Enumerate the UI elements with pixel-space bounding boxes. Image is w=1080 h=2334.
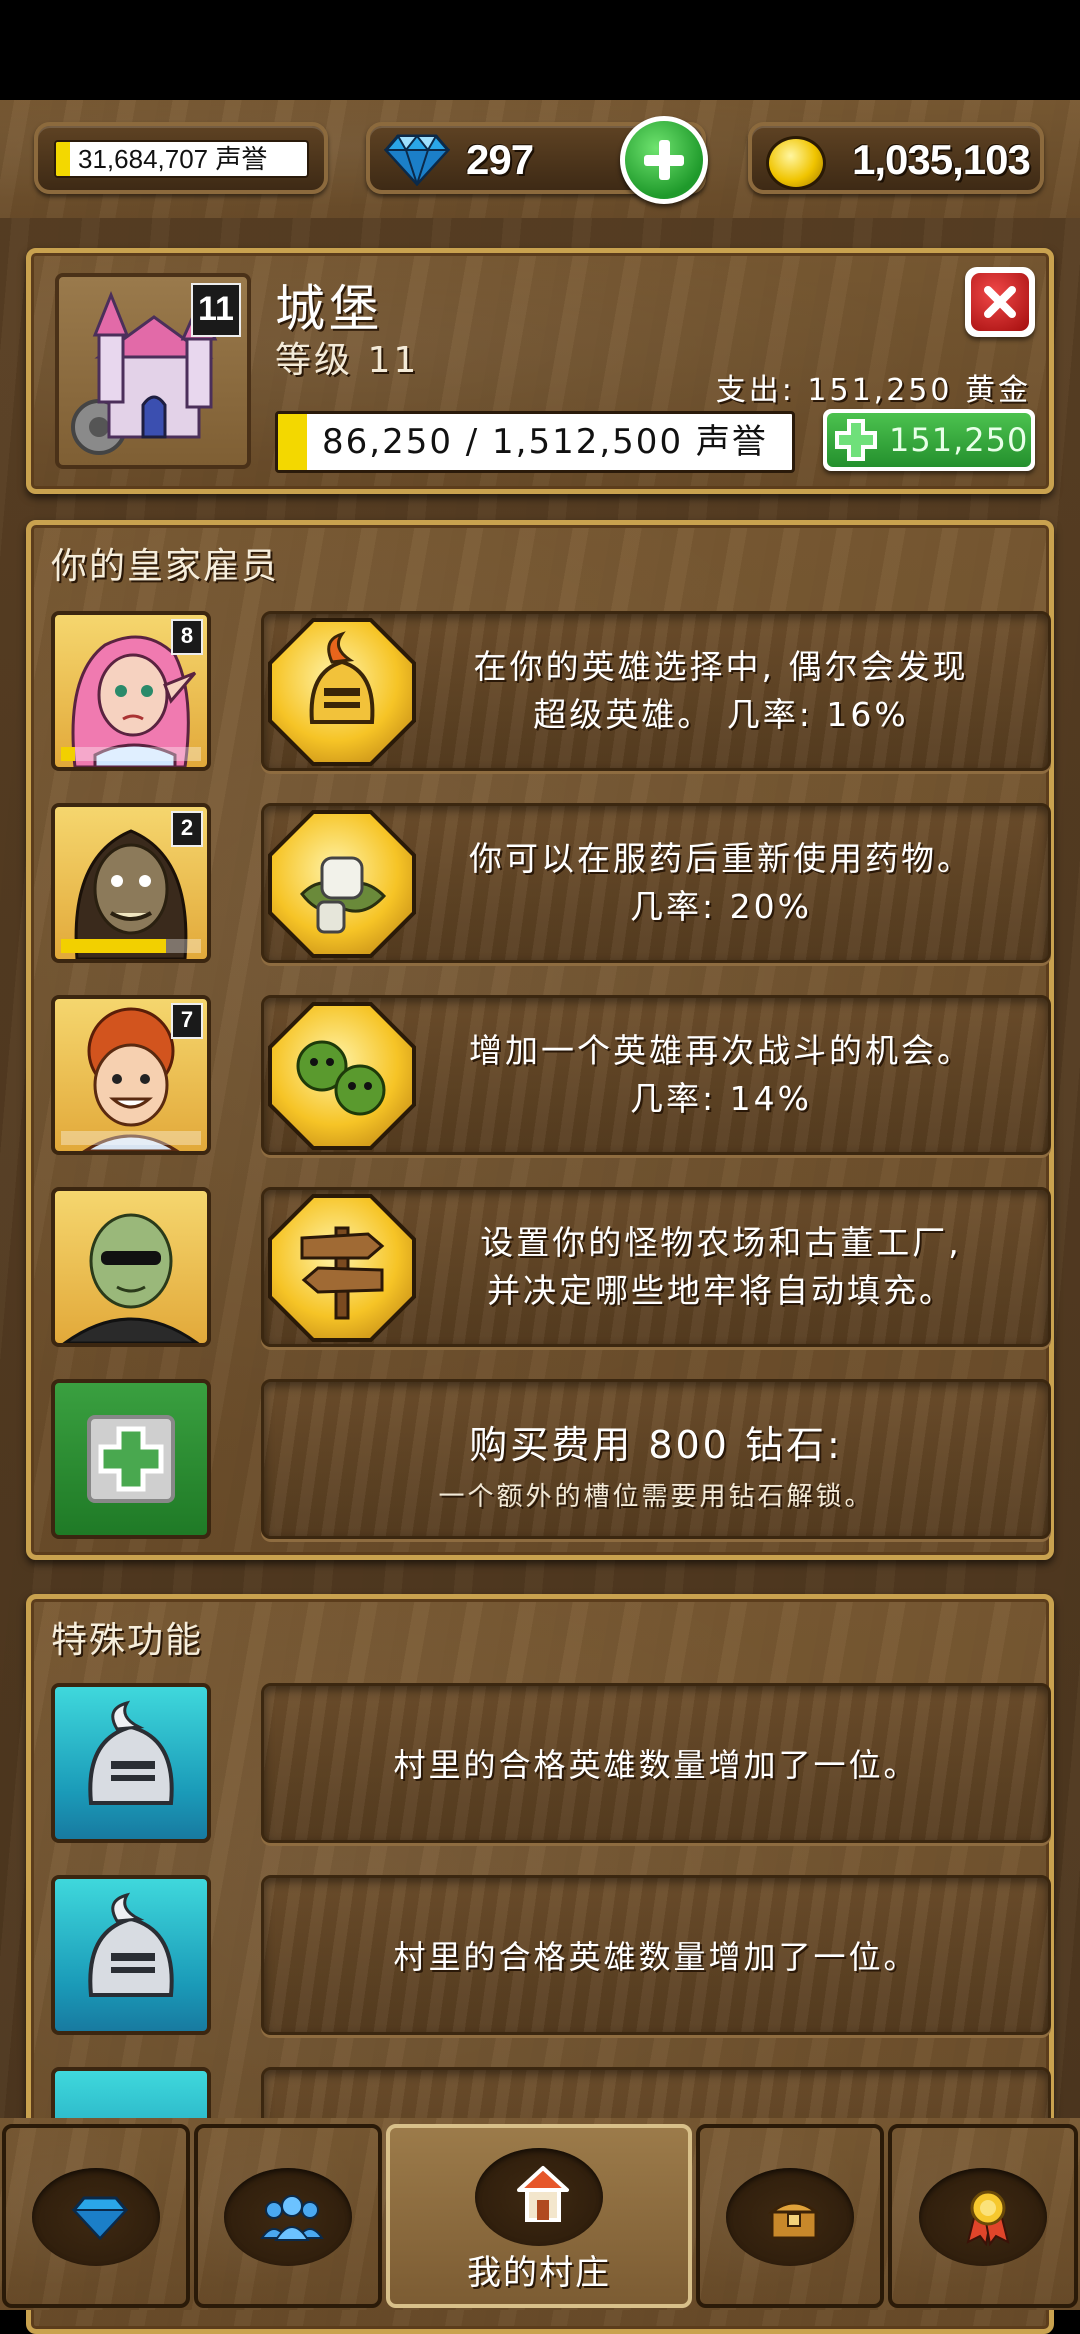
feature-description-box: 村里的合格英雄数量增加了一位。	[261, 1875, 1051, 2035]
nav-tab-shop[interactable]	[2, 2124, 190, 2308]
castle-progress-bar: 86,250 / 1,512,500 声誉	[275, 411, 795, 473]
employee-description-box: 增加一个英雄再次战斗的机会。 几率: 14%	[261, 995, 1051, 1155]
employee-xp-fill	[61, 939, 166, 953]
buy-slot-description: 购买费用 800 钻石: 一个额外的槽位需要用钻石解锁。	[261, 1379, 1051, 1539]
knight-helmet-icon	[88, 1892, 174, 1997]
gold-coin-icon	[766, 136, 826, 190]
castle-progress-text: 86,250 / 1,512,500 声誉	[322, 422, 768, 462]
special-feature-row: 村里的合格英雄数量增加了一位。	[51, 1875, 1051, 2045]
castle-panel: 11 城堡 等级 11 支出: 151,250 黄金 86,250 / 1,51…	[26, 248, 1054, 494]
feature-description: 村里的合格英雄数量增加了一位。	[393, 1938, 919, 1976]
employee-portrait-boy: 7	[51, 995, 211, 1155]
employee-description-box: 在你的英雄选择中, 偶尔会发现 超级英雄。 几率: 16%	[261, 611, 1051, 771]
gold-counter: 1,035,103	[748, 122, 1044, 194]
diamond-icon	[384, 134, 450, 186]
employee-description: 设置你的怪物农场和古董工厂, 并决定哪些地牢将自动填充。	[414, 1190, 1028, 1344]
description-line: 在你的英雄选择中, 偶尔会发现	[473, 647, 969, 686]
herb-bandage-icon	[272, 814, 412, 954]
feature-portrait	[51, 1875, 211, 2035]
upgrade-cost: 151,250	[889, 421, 1029, 459]
orc-portrait-icon	[62, 1213, 200, 1343]
castle-progress-fill	[278, 414, 308, 470]
castle-expense: 支出: 151,250 黄金	[715, 373, 1031, 408]
employee-row[interactable]: 2 你可以在服药后重新使用药物。 几率: 20%	[51, 803, 1051, 973]
castle-portrait: 11	[55, 273, 251, 469]
feature-portrait	[51, 1683, 211, 1843]
feature-description-box: 村里的合格英雄数量增加了一位。	[261, 1683, 1051, 1843]
treasure-chest-icon	[768, 2201, 820, 2240]
employee-row[interactable]: 8 在你的英雄选择中, 偶尔会发现 超级英雄。 几率: 16%	[51, 611, 1051, 781]
goblin-heads-icon	[272, 1006, 412, 1146]
description-line: 设置你的怪物农场和古董工厂,	[480, 1223, 962, 1262]
castle-level-text: 等级 11	[275, 340, 420, 381]
employee-description: 在你的英雄选择中, 偶尔会发现 超级英雄。 几率: 16%	[414, 614, 1028, 768]
resource-bar: 31,684,707 声誉 297 1,035,103	[0, 100, 1080, 218]
medal-icon	[966, 2190, 1010, 2246]
description-line: 几率: 20%	[630, 887, 812, 926]
description-line: 并决定哪些地牢将自动填充。	[487, 1271, 955, 1310]
close-button[interactable]	[965, 267, 1035, 337]
knight-helmet-icon	[272, 622, 412, 762]
plus-icon	[87, 1415, 175, 1503]
diamond-icon	[72, 2196, 128, 2240]
upgrade-button-face: 151,250	[827, 413, 1031, 467]
employee-xp-bar	[61, 747, 201, 761]
special-title: 特殊功能	[51, 1620, 204, 1661]
people-icon	[260, 2195, 324, 2241]
employees-title: 你的皇家雇员	[51, 546, 280, 587]
feature-description: 村里的合格英雄数量增加了一位。	[393, 1746, 919, 1784]
description-line: 几率: 14%	[630, 1079, 812, 1118]
description-line: 超级英雄。 几率: 16%	[533, 695, 909, 734]
reputation-bar: 31,684,707 声誉	[54, 140, 309, 178]
employee-xp-bar	[61, 1131, 201, 1145]
house-icon	[517, 2166, 569, 2222]
buy-slot-row[interactable]: 购买费用 800 钻石: 一个额外的槽位需要用钻石解锁。	[51, 1379, 1051, 1549]
gem-value: 297	[466, 136, 534, 183]
reputation-counter: 31,684,707 声誉	[34, 122, 328, 194]
nav-tab-village-label: 我的村庄	[467, 2253, 611, 2293]
close-icon	[971, 273, 1029, 331]
royal-employees-panel: 你的皇家雇员 8 在你的英雄选择中, 偶尔会发现 超级英雄。 几率: 16% 2…	[26, 520, 1054, 1560]
reputation-value: 31,684,707 声誉	[78, 144, 268, 174]
employee-portrait-orc	[51, 1187, 211, 1347]
description-line: 增加一个英雄再次战斗的机会。	[469, 1031, 973, 1070]
employee-description: 你可以在服药后重新使用药物。 几率: 20%	[414, 806, 1028, 960]
buy-slot-subtitle: 一个额外的槽位需要用钻石解锁。	[438, 1482, 874, 1512]
employee-level-badge: 7	[171, 1003, 203, 1039]
employee-description-box: 你可以在服药后重新使用药物。 几率: 20%	[261, 803, 1051, 963]
employee-xp-bar	[61, 939, 201, 953]
nav-tab-achievements[interactable]	[888, 2124, 1078, 2308]
nav-tab-village[interactable]: 我的村庄	[386, 2124, 692, 2308]
nav-tab-heroes[interactable]	[194, 2124, 382, 2308]
castle-level-badge: 11	[191, 283, 241, 337]
knight-helmet-icon	[88, 1700, 174, 1805]
employee-level-badge: 2	[171, 811, 203, 847]
employee-level-badge: 8	[171, 619, 203, 655]
gold-value: 1,035,103	[852, 136, 1031, 183]
employee-portrait-elf: 8	[51, 611, 211, 771]
employee-row[interactable]: 设置你的怪物农场和古董工厂, 并决定哪些地牢将自动填充。	[51, 1187, 1051, 1357]
bottom-navigation: 我的村庄	[0, 2118, 1080, 2310]
employee-description: 增加一个英雄再次战斗的机会。 几率: 14%	[414, 998, 1028, 1152]
upgrade-castle-button[interactable]: 151,250	[823, 409, 1035, 471]
buy-slot-title: 购买费用 800 钻石:	[469, 1423, 843, 1467]
description-line: 你可以在服药后重新使用药物。	[469, 839, 973, 878]
buy-gems-button[interactable]	[620, 116, 708, 204]
signpost-icon	[272, 1198, 412, 1338]
employee-row[interactable]: 7 增加一个英雄再次战斗的机会。 几率: 14%	[51, 995, 1051, 1165]
employee-xp-fill	[61, 747, 75, 761]
add-slot-button[interactable]	[51, 1379, 211, 1539]
game-screen: 31,684,707 声誉 297 1,035,103 11 城堡 等级 11 …	[0, 100, 1080, 2334]
nav-tab-inventory[interactable]	[696, 2124, 884, 2308]
plus-icon	[835, 419, 877, 461]
employee-description-box: 设置你的怪物农场和古董工厂, 并决定哪些地牢将自动填充。	[261, 1187, 1051, 1347]
reputation-bar-fill	[56, 142, 70, 176]
employee-portrait-witch: 2	[51, 803, 211, 963]
special-feature-row: 村里的合格英雄数量增加了一位。	[51, 1683, 1051, 1853]
